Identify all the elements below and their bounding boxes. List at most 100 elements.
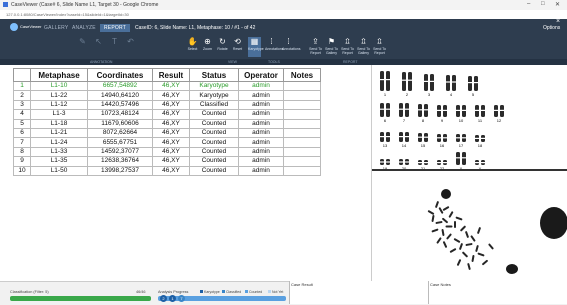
metaphase-chromosome (482, 259, 488, 266)
centromere-band (408, 79, 412, 81)
chromosome (474, 76, 478, 91)
chromosome (424, 74, 428, 91)
table-row[interactable]: 2 L1-22 14940,64120 46,XY Karyotype admin (13, 90, 321, 101)
metaphase-chromosome (462, 251, 468, 258)
metaphase-cell: L1-12 (30, 99, 88, 111)
annotation-tool-3[interactable]: T (108, 37, 121, 57)
centromere-band (474, 82, 478, 84)
zoom-icon: ⊕ (204, 37, 211, 46)
col-coordinates[interactable]: Coordinates (87, 68, 153, 82)
chromosome (386, 71, 390, 91)
metaphase-chromosome (442, 217, 448, 224)
logo-text: CaseViewer (20, 24, 42, 30)
table-row[interactable]: 10 L1-50 13998,27537 46,XY Counted admin (13, 165, 321, 176)
minimize-button[interactable]: – (527, 1, 530, 7)
row-index: 4 (13, 109, 31, 120)
centromere-band (386, 79, 390, 81)
row-index: 7 (13, 137, 31, 148)
annotation-tool-1[interactable]: ✎ (76, 37, 89, 57)
zoom-tool[interactable]: ⊕ Zoom (201, 37, 214, 57)
tab-report[interactable]: REPORT (100, 24, 130, 32)
metaphase-image (427, 189, 567, 274)
annotation-tool-2[interactable]: ↖ (92, 37, 105, 57)
tool-label: Send To Gallery (357, 47, 370, 55)
col-metaphase[interactable]: Metaphase (30, 68, 88, 82)
table-row[interactable]: 5 L1-18 11679,60606 46,XY Counted admin (13, 118, 321, 129)
coordinates-cell: 8072,62664 (87, 127, 153, 139)
annotation-tool-4[interactable]: ↶ (124, 37, 137, 57)
chromosome (462, 152, 466, 165)
centromere-band (462, 109, 466, 111)
send-report-tool[interactable]: ⇪ Send To Report (309, 37, 322, 57)
result-cell: 46,XY (152, 146, 190, 158)
chromosome-label: Y (479, 166, 482, 169)
status-cell: Counted (189, 109, 239, 120)
tool-label: Annotations (265, 47, 284, 51)
table-row[interactable]: 8 L1-33 14592,37077 46,XY Counted admin (13, 146, 321, 158)
send-gallery-tool[interactable]: ⚑ Send To Gallery (325, 37, 338, 57)
metaphase-chromosome (477, 227, 481, 234)
tool-label: Select (187, 47, 198, 51)
nucleus (540, 207, 567, 239)
chromosome-label: 9 (441, 118, 444, 123)
table-row[interactable]: 6 L1-21 8072,62664 46,XY Counted admin (13, 127, 321, 139)
col-result[interactable]: Result (152, 68, 190, 82)
case-info: CaseID: 6, Slide Name: L1, Metaphase: 10… (135, 25, 256, 31)
annotations-tool[interactable]: ⁞ Annotations (265, 37, 284, 57)
table-row[interactable]: 7 L1-24 6555,67751 46,XY Counted admin (13, 137, 321, 148)
annotations-tool-2[interactable]: ⁞ Annotations (282, 37, 301, 57)
metaphase-chromosome (477, 252, 485, 257)
karyotype-tool[interactable]: ▦ Karyotype (248, 37, 264, 57)
chromosome-label: 20 (402, 166, 407, 169)
chromosome-label: 11 (478, 118, 483, 123)
metaphase-chromosome (455, 216, 463, 221)
tab-gallery[interactable]: GALLERY (44, 25, 68, 31)
reset-tool[interactable]: ⟲ Reset (231, 37, 244, 57)
hand-icon: ✋ (187, 37, 198, 46)
send-gallery-tool-2[interactable]: ⇫ Send To Gallery (357, 37, 370, 57)
select-tool[interactable]: ✋ Select (186, 37, 199, 57)
send-report-tool-3[interactable]: ⇫ Send To Report (373, 37, 386, 57)
metaphase-chromosome (436, 237, 442, 244)
karyogram-panel[interactable]: 1 2 3 4 5 6 7 8 9 10 11 12 13 14 15 16 17 18 19 20 21 22 X Y (372, 65, 567, 171)
table-row[interactable]: 3 L1-12 14420,57496 46,XY Classified admin (13, 99, 321, 111)
table-row[interactable]: 9 L1-35 12638,36764 46,XY Counted admin (13, 156, 321, 167)
close-window-button[interactable]: ✕ (555, 1, 560, 8)
notes-cell (283, 90, 321, 101)
send-report-tool-2[interactable]: ⇫ Send To Report (341, 37, 354, 57)
close-viewer-icon[interactable]: × (556, 18, 560, 25)
table-row[interactable]: 1 L1-10 6657,54892 46,XY Karyotype admin (13, 80, 321, 92)
maximize-button[interactable]: □ (541, 1, 545, 7)
result-cell: 46,XY (152, 127, 190, 139)
centromere-band (386, 108, 390, 110)
logo-icon (10, 23, 18, 31)
col-status[interactable]: Status (189, 68, 239, 82)
chromosome (430, 74, 434, 91)
chromosome (468, 76, 472, 91)
classification-count: 46/46 (136, 290, 146, 294)
legend-karyotype: Karyotype (200, 290, 220, 294)
chromosome-label: 12 (497, 118, 502, 123)
karyogram-image: 1 2 3 4 56 7 8 9 10 11 1213 14 15 16 17 1819 20 21 22 X Y (380, 71, 504, 171)
result-cell: 46,XY (152, 137, 190, 148)
options-menu[interactable]: Options (543, 25, 560, 31)
tab-analyze[interactable]: ANALYZE (72, 25, 96, 31)
rotate-tool[interactable]: ↻ Rotate (216, 37, 229, 57)
metaphase-image-panel[interactable] (372, 171, 567, 280)
col-operator[interactable]: Operator (238, 68, 284, 82)
metaphase-chromosome (453, 238, 461, 243)
col-index[interactable] (13, 68, 31, 82)
centromere-band (399, 136, 403, 138)
col-notes[interactable]: Notes (283, 68, 321, 82)
centromere-band (437, 109, 441, 111)
nucleus (506, 264, 518, 274)
coordinates-cell: 6555,67751 (87, 137, 153, 148)
status-cell: Counted (189, 118, 239, 129)
centromere-band (418, 136, 422, 138)
legend-text: Karyotype (204, 290, 220, 294)
metaphase-chromosome (459, 243, 463, 250)
window-title: CaseViewer (Case# 6, Slide Name L1, Targ… (11, 2, 159, 8)
centromere-band (475, 162, 479, 164)
table-row[interactable]: 4 L1-3 10723,48124 46,XY Counted admin (13, 109, 321, 120)
notes-cell (283, 109, 321, 120)
